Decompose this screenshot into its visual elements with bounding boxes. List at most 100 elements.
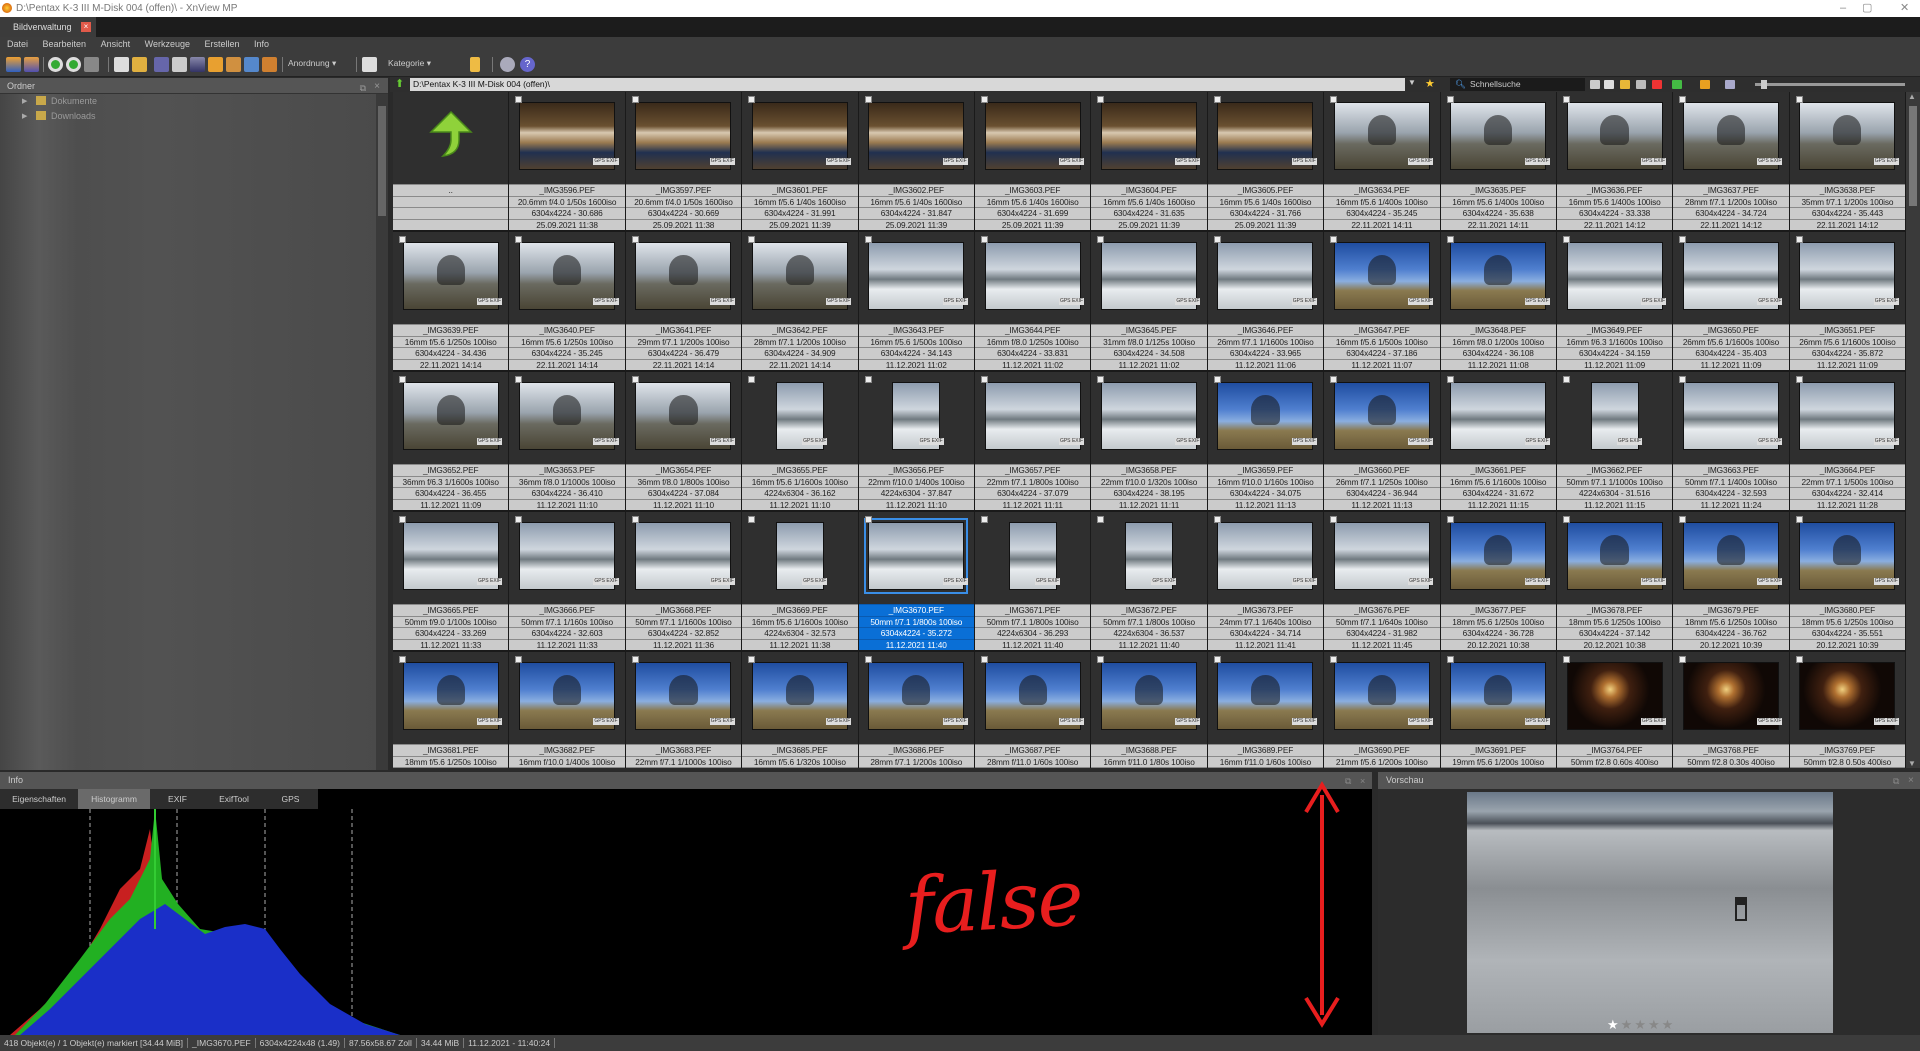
select-checkbox[interactable]	[1330, 376, 1338, 383]
properties-icon[interactable]	[114, 57, 129, 72]
thumbnail-item[interactable]: GPS EXIF _IMG3677.PEF 18mm f/5.6 1/250s 100…	[1440, 512, 1557, 652]
thumbnail-item[interactable]: GPS EXIF _IMG3676.PEF 50mm f/7.1 1/640s 100…	[1324, 512, 1441, 652]
select-checkbox[interactable]	[864, 96, 872, 103]
select-checkbox[interactable]	[1097, 376, 1105, 383]
select-checkbox[interactable]	[1213, 236, 1221, 243]
parent-folder-item[interactable]: ..	[393, 92, 510, 232]
select-checkbox[interactable]	[748, 516, 756, 523]
thumbnail-item[interactable]: GPS EXIF _IMG3685.PEF 16mm f/5.6 1/320s 100…	[742, 652, 859, 768]
forward-icon[interactable]	[1604, 80, 1614, 89]
select-checkbox[interactable]	[864, 236, 872, 243]
thumbnail-item[interactable]: GPS EXIF _IMG3680.PEF 18mm f/5.6 1/250s 100…	[1789, 512, 1906, 652]
batch-rename-icon[interactable]	[226, 57, 241, 72]
thumbnail-item[interactable]: GPS EXIF _IMG3690.PEF 21mm f/5.6 1/200s 100…	[1324, 652, 1441, 768]
help-icon[interactable]: ?	[520, 57, 535, 72]
select-checkbox[interactable]	[1446, 656, 1454, 663]
thumbnail-item[interactable]: GPS EXIF _IMG3649.PEF 16mm f/6.3 1/1600s 10…	[1556, 232, 1674, 372]
slideshow-icon[interactable]	[190, 57, 205, 72]
select-checkbox[interactable]	[1679, 96, 1687, 103]
rating-filter-icon[interactable]	[362, 57, 377, 72]
tab-exiftool[interactable]: ExifTool	[205, 789, 263, 809]
thumbnail-item[interactable]: GPS EXIF _IMG3605.PEF 16mm f/5.6 1/40s 1600…	[1207, 92, 1325, 232]
select-checkbox[interactable]	[631, 376, 639, 383]
thumbnail-item[interactable]: GPS EXIF _IMG3671.PEF 50mm f/7.1 1/800s 100…	[974, 512, 1092, 652]
thumbnail-item[interactable]: GPS EXIF _IMG3653.PEF 36mm f/8.0 1/1000s 10…	[509, 372, 626, 512]
menu-werkzeuge[interactable]: Werkzeuge	[145, 39, 190, 49]
select-checkbox[interactable]	[1795, 376, 1803, 383]
select-checkbox[interactable]	[1330, 236, 1338, 243]
arrange-dropdown[interactable]: Anordnung ▾	[288, 58, 336, 69]
rating-star-icon[interactable]: ★	[1621, 1017, 1635, 1032]
folder-tree-icon[interactable]	[470, 57, 480, 72]
view-mode-icon[interactable]	[1725, 80, 1735, 89]
select-checkbox[interactable]	[748, 656, 756, 663]
thumbnail-item[interactable]: GPS EXIF _IMG3635.PEF 16mm f/5.6 1/400s 100…	[1440, 92, 1557, 232]
tab-close-icon[interactable]: ×	[81, 22, 91, 32]
thumbnail-item[interactable]: GPS EXIF _IMG3665.PEF 50mm f/9.0 1/100s 100…	[393, 512, 510, 652]
panel-close-icon[interactable]: ×	[1908, 772, 1914, 789]
menu-info[interactable]: Info	[254, 39, 269, 49]
find-icon[interactable]	[154, 57, 169, 72]
print-icon[interactable]	[172, 57, 187, 72]
thumbnail-item[interactable]: GPS EXIF _IMG3769.PEF 50mm f/2.8 0.50s 400i…	[1789, 652, 1906, 768]
thumbnail-item[interactable]: GPS EXIF _IMG3672.PEF 50mm f/7.1 1/800s 100…	[1091, 512, 1208, 652]
menu-datei[interactable]: Datei	[7, 39, 28, 49]
thumbnail-item[interactable]: GPS EXIF _IMG3637.PEF 28mm f/7.1 1/200s 100…	[1673, 92, 1790, 232]
select-checkbox[interactable]	[399, 656, 406, 663]
select-checkbox[interactable]	[1679, 236, 1687, 243]
thumbnail-item[interactable]: GPS EXIF _IMG3664.PEF 22mm f/7.1 1/500s 100…	[1789, 372, 1906, 512]
select-checkbox[interactable]	[1795, 516, 1803, 523]
select-checkbox[interactable]	[515, 236, 523, 243]
thumbnail-item[interactable]: GPS EXIF _IMG3634.PEF 16mm f/5.6 1/400s 100…	[1324, 92, 1441, 232]
go-up-icon[interactable]: ⬆	[395, 77, 404, 92]
slider-knob[interactable]	[1761, 80, 1767, 89]
thumbnail-item[interactable]: GPS EXIF _IMG3652.PEF 36mm f/6.3 1/1600s 10…	[393, 372, 510, 512]
settings-gear-icon[interactable]	[500, 57, 515, 72]
rating-star-icon[interactable]: ★	[1607, 1017, 1621, 1032]
thumbnail-item[interactable]: GPS EXIF _IMG3657.PEF 22mm f/7.1 1/800s 100…	[974, 372, 1092, 512]
select-checkbox[interactable]	[1097, 96, 1105, 103]
thumbnail-item[interactable]: GPS EXIF _IMG3644.PEF 16mm f/8.0 1/250s 100…	[974, 232, 1092, 372]
thumbnail-item[interactable]: GPS EXIF _IMG3660.PEF 26mm f/7.1 1/250s 100…	[1324, 372, 1441, 512]
menu-ansicht[interactable]: Ansicht	[101, 39, 131, 49]
fullscreen-icon[interactable]	[24, 57, 39, 72]
thumbnail-item[interactable]: GPS EXIF _IMG3636.PEF 16mm f/5.6 1/400s 100…	[1556, 92, 1674, 232]
select-checkbox[interactable]	[515, 96, 523, 103]
thumbnail-item[interactable]: GPS EXIF _IMG3691.PEF 19mm f/5.6 1/200s 100…	[1440, 652, 1557, 768]
thumbnail-item[interactable]: GPS EXIF _IMG3686.PEF 28mm f/7.1 1/200s 100…	[858, 652, 975, 768]
select-checkbox[interactable]	[1679, 376, 1687, 383]
rating-star-icon[interactable]: ★	[1648, 1017, 1662, 1032]
undock-icon[interactable]: ⧉	[1345, 773, 1351, 790]
thumbnail-item[interactable]: GPS EXIF _IMG3663.PEF 50mm f/7.1 1/400s 100…	[1673, 372, 1790, 512]
thumbnail-item[interactable]: GPS EXIF _IMG3679.PEF 18mm f/5.6 1/250s 100…	[1673, 512, 1790, 652]
close-button[interactable]: ✕	[1900, 0, 1909, 17]
thumbnail-item[interactable]: GPS EXIF _IMG3678.PEF 18mm f/5.6 1/250s 100…	[1556, 512, 1674, 652]
scroll-down-icon[interactable]: ▼	[1908, 759, 1916, 768]
thumbnail-item[interactable]: GPS EXIF _IMG3654.PEF 36mm f/8.0 1/800s 100…	[625, 372, 743, 512]
select-checkbox[interactable]	[1562, 96, 1570, 103]
thumbnail-item[interactable]: GPS EXIF _IMG3650.PEF 26mm f/5.6 1/1600s 10…	[1673, 232, 1790, 372]
select-checkbox[interactable]	[515, 516, 523, 523]
menu-erstellen[interactable]: Erstellen	[205, 39, 240, 49]
tab-exif[interactable]: EXIF	[150, 789, 205, 809]
scrollbar-thumb[interactable]	[378, 106, 386, 216]
select-checkbox[interactable]	[1330, 516, 1338, 523]
thumbnail-item[interactable]: GPS EXIF _IMG3643.PEF 16mm f/5.6 1/500s 100…	[858, 232, 975, 372]
thumbnail-item[interactable]: GPS EXIF _IMG3597.PEF 20.6mm f/4.0 1/50s 16…	[625, 92, 743, 232]
maximize-button[interactable]: ▢	[1862, 0, 1872, 17]
select-checkbox[interactable]	[1562, 376, 1570, 383]
category-dropdown[interactable]: Kategorie ▾	[388, 58, 431, 69]
view-image-icon[interactable]	[6, 57, 21, 72]
thumbnail-item[interactable]: GPS EXIF _IMG3642.PEF 28mm f/7.1 1/200s 100…	[742, 232, 859, 372]
thumbnail-item[interactable]: GPS EXIF _IMG3651.PEF 26mm f/5.6 1/1600s 10…	[1789, 232, 1906, 372]
select-checkbox[interactable]	[631, 516, 639, 523]
tab-bildverwaltung[interactable]: Bildverwaltung ×	[0, 17, 96, 37]
thumbnail-item[interactable]: GPS EXIF _IMG3658.PEF 22mm f/10.0 1/320s 10…	[1091, 372, 1208, 512]
select-checkbox[interactable]	[1213, 96, 1221, 103]
select-checkbox[interactable]	[515, 376, 523, 383]
rating-star-icon[interactable]: ★	[1634, 1017, 1648, 1032]
tab-histogramm[interactable]: Histogramm	[78, 789, 150, 809]
panel-close-icon[interactable]: ×	[374, 79, 380, 95]
select-checkbox[interactable]	[1446, 96, 1454, 103]
rotate-left-icon[interactable]	[48, 57, 63, 72]
